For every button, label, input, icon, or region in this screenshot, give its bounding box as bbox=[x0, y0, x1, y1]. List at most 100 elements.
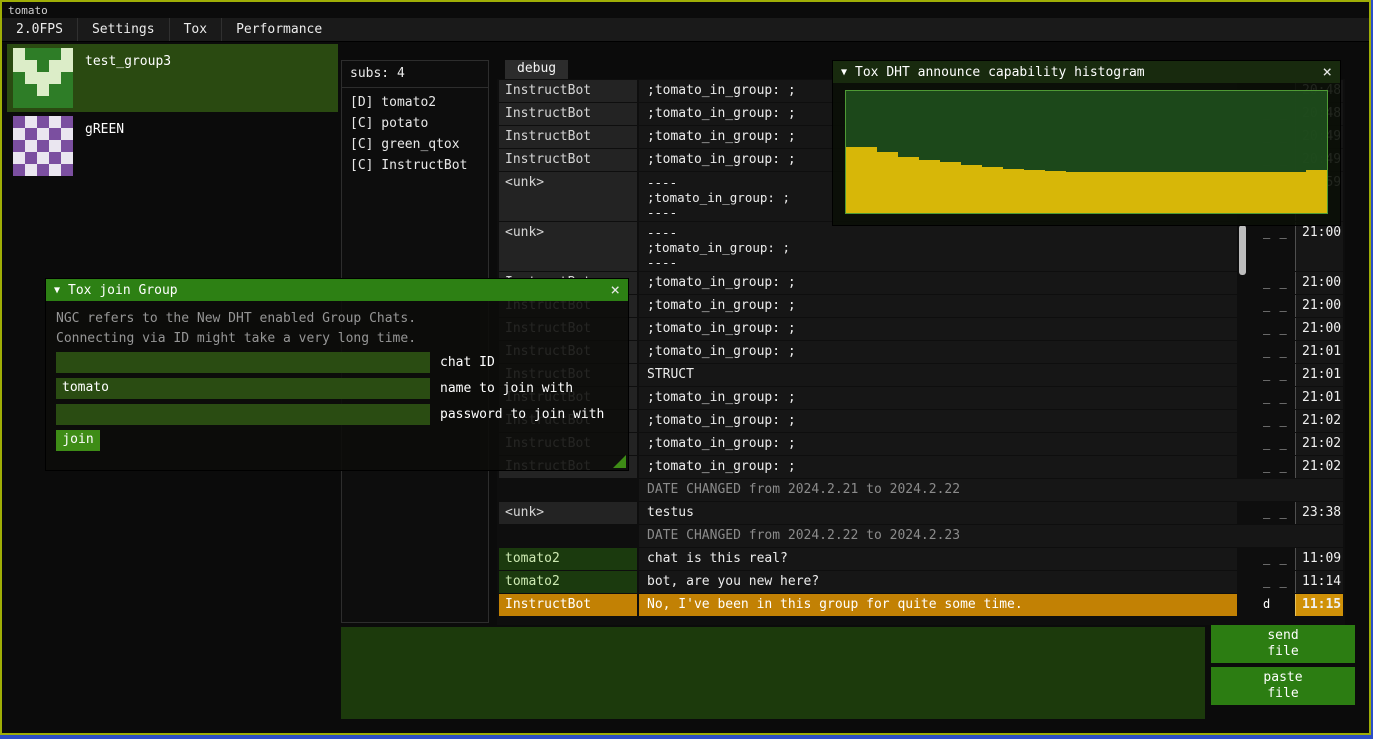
histogram-bar bbox=[867, 147, 877, 213]
histogram-bar bbox=[1003, 169, 1013, 213]
histogram-bar bbox=[1306, 170, 1316, 213]
date-divider-row: DATE CHANGED from 2024.2.21 to 2024.2.22 bbox=[497, 479, 1345, 502]
message-text: ;tomato_in_group: ; bbox=[639, 410, 1237, 432]
message-author: InstructBot bbox=[499, 80, 637, 102]
message-author: InstructBot bbox=[499, 103, 637, 125]
message-text: ;tomato_in_group: ; bbox=[639, 433, 1237, 455]
message-author: <unk> bbox=[499, 222, 637, 271]
histogram-bar bbox=[1233, 172, 1243, 213]
message-author: InstructBot bbox=[499, 149, 637, 171]
window-titlebar[interactable]: tomato bbox=[2, 2, 1369, 18]
message-status: _ _ bbox=[1261, 433, 1295, 455]
message-status: _ _ bbox=[1261, 364, 1295, 386]
close-icon[interactable]: × bbox=[1322, 64, 1332, 80]
message-status: _ _ bbox=[1261, 272, 1295, 294]
histogram-bar bbox=[1086, 172, 1096, 213]
send-file-button[interactable]: send file bbox=[1211, 625, 1355, 663]
menu-tox[interactable]: Tox bbox=[169, 18, 221, 41]
join-group-window: ▼ Tox join Group × NGC refers to the New… bbox=[46, 279, 628, 470]
chat-scrollbar-thumb[interactable] bbox=[1239, 225, 1246, 275]
message-time: 21:01 bbox=[1295, 341, 1343, 363]
message-time: 23:38 bbox=[1295, 502, 1343, 524]
message-row: <unk>----;tomato_in_group: ;----_ _21:00 bbox=[497, 222, 1345, 272]
histogram-bar bbox=[1316, 170, 1326, 213]
message-text: STRUCT bbox=[639, 364, 1237, 386]
group-item-test_group3[interactable]: test_group3 bbox=[7, 44, 338, 112]
histogram-bar bbox=[1055, 171, 1065, 213]
histogram-bar bbox=[1170, 172, 1180, 213]
histogram-bar bbox=[888, 152, 898, 213]
histogram-bar bbox=[1254, 172, 1264, 213]
message-time: 21:00 bbox=[1295, 272, 1343, 294]
histogram-bar bbox=[1139, 172, 1149, 213]
histogram-bar bbox=[1034, 170, 1044, 213]
menu-performance[interactable]: Performance bbox=[221, 18, 336, 41]
join-password-label: password to join with bbox=[440, 407, 604, 422]
message-text: No, I've been in this group for quite so… bbox=[639, 594, 1237, 616]
message-text: chat is this real? bbox=[639, 548, 1237, 570]
subs-member[interactable]: [C] green_qtox bbox=[342, 134, 488, 155]
group-avatar bbox=[13, 116, 73, 176]
message-text: ;tomato_in_group: ; bbox=[639, 272, 1237, 294]
histogram-bar bbox=[1045, 171, 1055, 213]
subs-member[interactable]: [D] tomato2 bbox=[342, 92, 488, 113]
subs-header: subs: 4 bbox=[342, 61, 488, 88]
dht-histogram-window: ▼ Tox DHT announce capability histogram … bbox=[833, 61, 1340, 225]
chat-id-label: chat ID bbox=[440, 355, 495, 370]
message-row: InstructBotNo, I've been in this group f… bbox=[497, 594, 1345, 617]
tab-debug[interactable]: debug bbox=[505, 60, 568, 79]
paste-file-button[interactable]: paste file bbox=[1211, 667, 1355, 705]
join-password-input[interactable] bbox=[56, 404, 430, 425]
message-row: tomato2bot, are you new here?_ _11:14 bbox=[497, 571, 1345, 594]
message-text: testus bbox=[639, 502, 1237, 524]
histogram-bar bbox=[982, 167, 992, 213]
message-time: 21:01 bbox=[1295, 387, 1343, 409]
histogram-bar bbox=[1013, 169, 1023, 213]
histogram-bar bbox=[1066, 172, 1076, 213]
join-name-input[interactable]: tomato bbox=[56, 378, 430, 399]
message-time: 11:15 bbox=[1295, 594, 1343, 616]
message-status: _ _ bbox=[1261, 548, 1295, 570]
message-text: ;tomato_in_group: ; bbox=[639, 318, 1237, 340]
message-status: d bbox=[1261, 594, 1295, 616]
close-icon[interactable]: × bbox=[610, 282, 620, 298]
message-row: tomato2chat is this real?_ _11:09 bbox=[497, 548, 1345, 571]
join-description-line: NGC refers to the New DHT enabled Group … bbox=[56, 309, 618, 329]
subs-member[interactable]: [C] potato bbox=[342, 113, 488, 134]
histogram-bar bbox=[1128, 172, 1138, 213]
histogram-bar bbox=[1024, 170, 1034, 213]
join-group-titlebar[interactable]: ▼ Tox join Group × bbox=[46, 279, 628, 301]
menubar: 2.0FPSSettingsToxPerformance bbox=[2, 18, 1369, 42]
subs-member[interactable]: [C] InstructBot bbox=[342, 155, 488, 176]
histogram-bar bbox=[1212, 172, 1222, 213]
message-time: 21:00 bbox=[1295, 295, 1343, 317]
resize-grip[interactable] bbox=[613, 455, 626, 468]
message-time: 21:01 bbox=[1295, 364, 1343, 386]
histogram-bar bbox=[992, 167, 1002, 213]
dht-histogram-title: Tox DHT announce capability histogram bbox=[855, 65, 1145, 80]
histogram-bar bbox=[898, 157, 908, 213]
collapse-arrow-icon[interactable]: ▼ bbox=[54, 285, 60, 296]
message-status: _ _ bbox=[1261, 295, 1295, 317]
message-text: ;tomato_in_group: ; bbox=[639, 295, 1237, 317]
group-item-gREEN[interactable]: gREEN bbox=[7, 112, 338, 180]
message-text: ;tomato_in_group: ; bbox=[639, 387, 1237, 409]
histogram-bar bbox=[877, 152, 887, 213]
dht-histogram-titlebar[interactable]: ▼ Tox DHT announce capability histogram … bbox=[833, 61, 1340, 83]
collapse-arrow-icon[interactable]: ▼ bbox=[841, 67, 847, 78]
join-button[interactable]: join bbox=[56, 430, 100, 451]
message-input[interactable] bbox=[341, 627, 1205, 719]
message-time: 21:00 bbox=[1295, 318, 1343, 340]
join-name-label: name to join with bbox=[440, 381, 573, 396]
histogram-bar bbox=[940, 162, 950, 213]
date-changed-text: DATE CHANGED from 2024.2.22 to 2024.2.23 bbox=[639, 525, 1343, 547]
dht-histogram-plot[interactable] bbox=[845, 90, 1328, 214]
message-text: ;tomato_in_group: ; bbox=[639, 341, 1237, 363]
histogram-bar bbox=[1201, 172, 1211, 213]
histogram-bar bbox=[846, 147, 856, 213]
join-group-description: NGC refers to the New DHT enabled Group … bbox=[46, 301, 628, 349]
message-status: _ _ bbox=[1261, 502, 1295, 524]
menu-settings[interactable]: Settings bbox=[77, 18, 169, 41]
message-row: <unk>testus_ _23:38 bbox=[497, 502, 1345, 525]
chat-id-input[interactable] bbox=[56, 352, 430, 373]
